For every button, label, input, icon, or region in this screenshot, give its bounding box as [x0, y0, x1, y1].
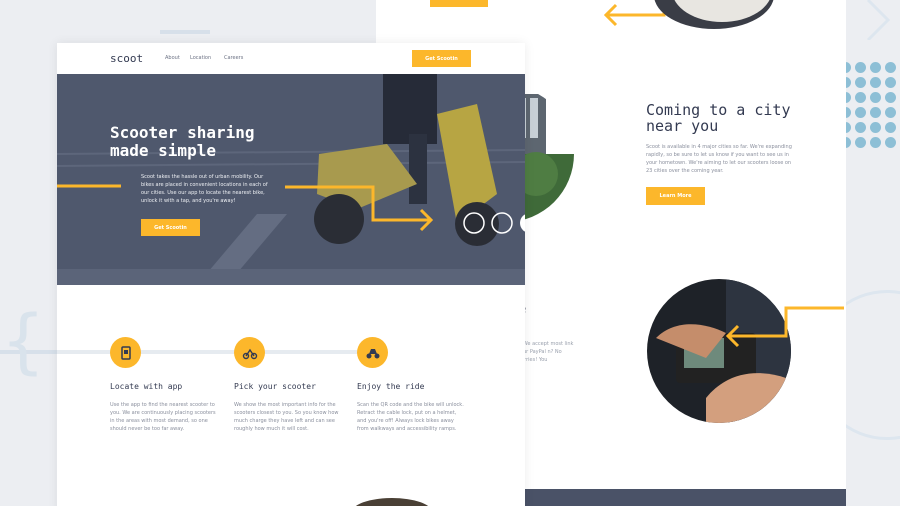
carousel-dot[interactable]	[520, 213, 525, 233]
carousel-dot[interactable]	[491, 212, 513, 234]
step-title-enjoy: Enjoy the ride	[357, 382, 425, 391]
hero-arrow	[57, 184, 434, 232]
get-scootin-hero-button[interactable]: Get Scootin	[141, 219, 200, 236]
brace-decoration: {	[2, 300, 45, 382]
footer-strip	[524, 489, 846, 506]
top-arrow-photo	[604, 0, 774, 29]
carousel-dot[interactable]	[463, 212, 485, 234]
ride-icon	[357, 337, 388, 368]
step-title-pick: Pick your scooter	[234, 382, 316, 391]
hero-heading: Scooter sharing made simple	[110, 123, 255, 160]
step-title-locate: Locate with app	[110, 382, 183, 391]
city-photo	[516, 86, 574, 222]
bottom-photo-edge	[355, 498, 429, 506]
learn-more-button[interactable]: Learn More	[646, 187, 705, 205]
hero-section: Scooter sharing made simple Scoot takes …	[57, 74, 525, 285]
step-text-locate: Use the app to find the nearest scooter …	[110, 402, 216, 432]
steps-connector	[57, 350, 387, 354]
partial-text: s. We accept most link your PayPal n? No…	[517, 341, 574, 363]
phone-icon	[110, 337, 141, 368]
section-title: Coming to a city near you	[646, 101, 791, 135]
dot-grid	[840, 62, 900, 148]
nav-link-about[interactable]: About	[165, 55, 180, 61]
logo[interactable]: scoot	[110, 52, 143, 65]
top-nav: scoot About Location Careers Get Scootin	[57, 43, 525, 74]
front-page: scoot About Location Careers Get Scootin	[57, 43, 525, 506]
step-text-enjoy: Scan the QR code and the bike will unloc…	[357, 402, 464, 432]
top-learn-more-button[interactable]	[430, 0, 488, 7]
bg-line	[160, 30, 210, 34]
carousel-dots	[463, 212, 525, 234]
hero-text: Scoot takes the hassle out of urban mobi…	[141, 174, 268, 204]
arrow-decoration	[866, 0, 891, 40]
get-scootin-nav-button[interactable]: Get Scootin	[412, 50, 471, 67]
step-text-pick: We show the most important info for the …	[234, 402, 339, 432]
scooter-icon	[234, 337, 265, 368]
nav-link-careers[interactable]: Careers	[224, 55, 243, 61]
nav-link-location[interactable]: Location	[190, 55, 211, 61]
payment-photo	[647, 279, 844, 423]
section-text: Scoot is available in 4 major cities so …	[646, 144, 792, 174]
mockup-stage: {Coming to a city near you Scoot is ava…	[0, 0, 900, 506]
